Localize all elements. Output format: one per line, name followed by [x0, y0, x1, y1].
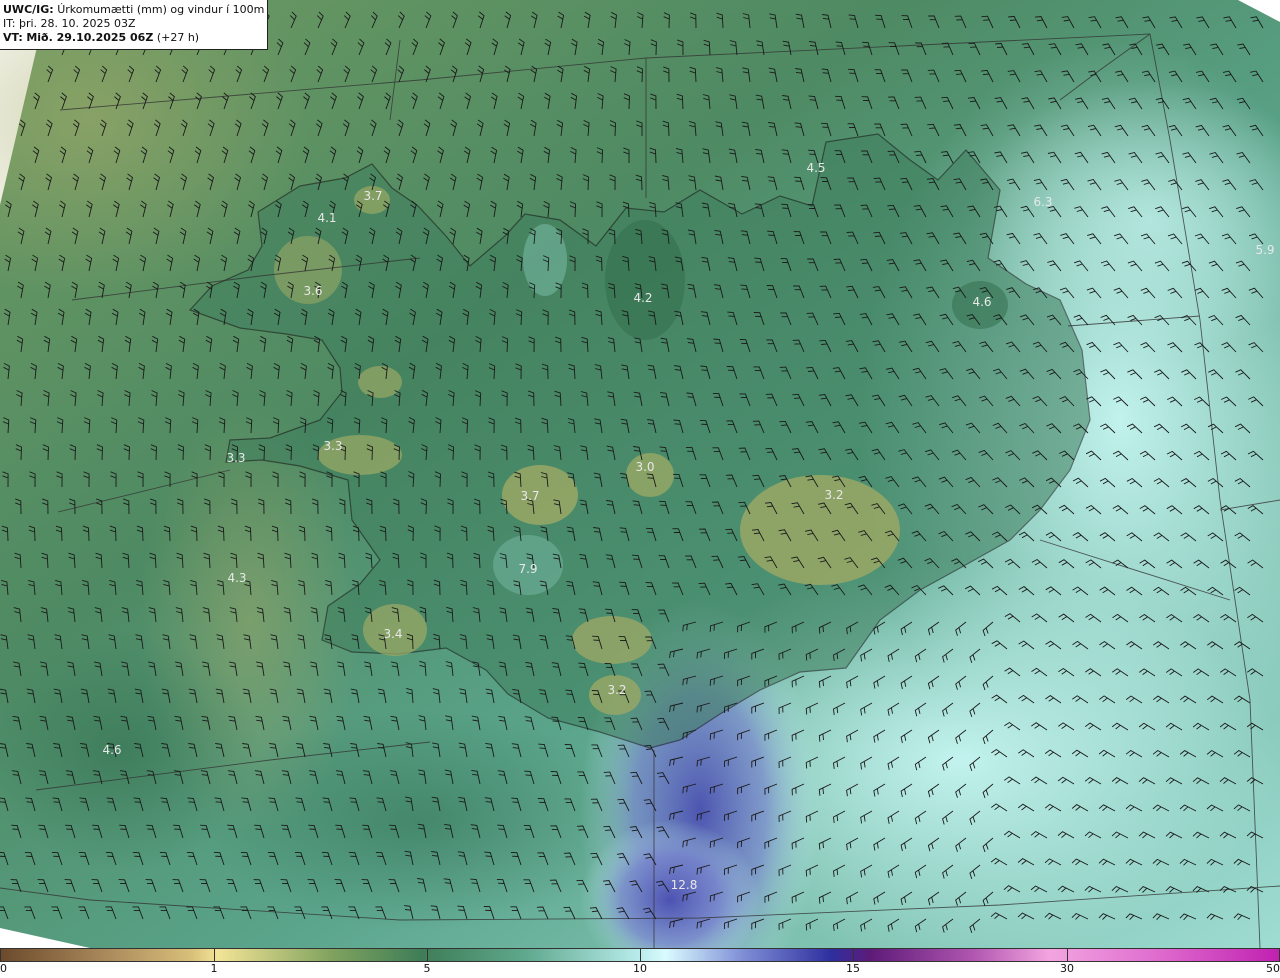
colorbar-tickmark [640, 948, 641, 961]
map-title: Úrkomumætti (mm) og vindur í 100m hæð [57, 3, 264, 16]
colorbar-tick-label: 10 [633, 962, 647, 975]
value-label: 4.5 [806, 161, 825, 175]
colorbar-tickmark [1067, 948, 1068, 961]
value-label: 4.1 [317, 211, 336, 225]
value-label: 3.2 [824, 488, 843, 502]
colorbar-tickmark [427, 948, 428, 961]
colorbar-tick-label: 1 [210, 962, 218, 975]
colorbar-tick-label: 15 [846, 962, 860, 975]
value-label: 3.3 [226, 451, 245, 465]
header-valid-time: VT: Mið. 29.10.2025 06Z (+27 h) [3, 31, 264, 45]
colorbar-tick-label: 30 [1060, 962, 1074, 975]
init-time-value: þri. 28. 10. 2025 03Z [18, 17, 136, 30]
value-label: 3.0 [635, 460, 654, 474]
colorbar-tickmark [853, 948, 854, 961]
value-label: 6.3 [1033, 195, 1052, 209]
colorbar-tickmark [214, 948, 215, 961]
colorbar-tickmark [0, 948, 1, 961]
init-time-label: IT: [3, 17, 16, 30]
colorbar-tick-label: 50 [1266, 962, 1280, 975]
valid-time-label: VT: [3, 31, 23, 44]
value-label: 5.9 [1255, 243, 1274, 257]
value-label: 3.4 [383, 627, 402, 641]
value-label: 4.3 [227, 571, 246, 585]
value-label: 3.2 [607, 683, 626, 697]
value-label: 3.7 [363, 189, 382, 203]
valid-time-value: Mið. 29.10.2025 06Z [26, 31, 154, 44]
value-label: 3.3 [323, 439, 342, 453]
value-label: 3.6 [303, 284, 322, 298]
model-name: UWC/IG: [3, 3, 54, 16]
colorbar-tick-label: 5 [423, 962, 431, 975]
colorbar-legend: 0 1 5 10 15 30 50 [0, 948, 1280, 978]
value-label: 4.6 [102, 743, 121, 757]
header-init-time: IT: þri. 28. 10. 2025 03Z [3, 17, 264, 31]
header-title-line: UWC/IG: Úrkomumætti (mm) og vindur í 100… [3, 3, 264, 17]
forecast-offset: (+27 h) [156, 31, 200, 44]
value-label: 4.6 [972, 295, 991, 309]
value-label: 4.2 [633, 291, 652, 305]
value-label: 7.9 [518, 562, 537, 576]
precipitation-wind-map[interactable]: 3.7 4.1 3.6 4.2 4.6 3.3 3.3 3.0 3.7 3.2 7.9 4.3 3.4 3… [0, 0, 1280, 948]
map-header: UWC/IG: Úrkomumætti (mm) og vindur í 100… [0, 0, 268, 50]
value-label: 12.8 [671, 878, 698, 892]
colorbar-tick-label: 0 [0, 962, 7, 975]
value-label: 3.7 [520, 489, 539, 503]
